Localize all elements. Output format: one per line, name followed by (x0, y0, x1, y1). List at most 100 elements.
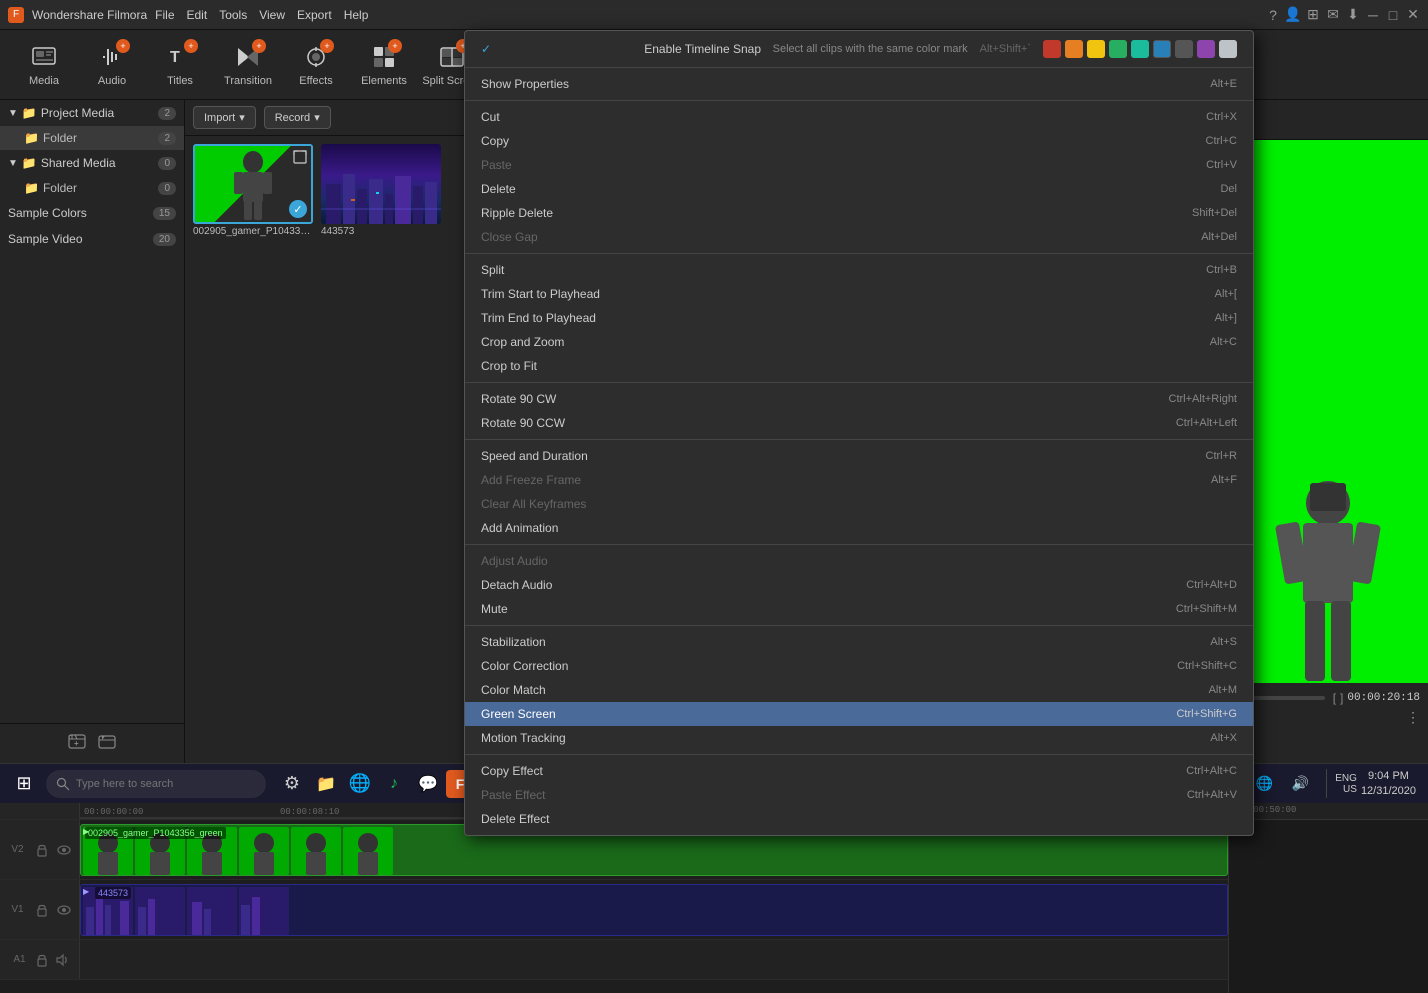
sample-video-header[interactable]: Sample Video 20 (0, 226, 184, 252)
download-button[interactable]: ⬇ (1346, 8, 1360, 22)
track-v1-lock[interactable] (34, 902, 50, 918)
cm-delete-effect[interactable]: Delete Effect (465, 807, 1253, 831)
cm-stabilization[interactable]: Stabilization Alt+S (465, 630, 1253, 654)
cm-div-0 (465, 67, 1253, 68)
title-bar-left: F Wondershare Filmora File Edit Tools Vi… (8, 7, 368, 23)
cm-ripple-delete[interactable]: Ripple Delete Shift+Del (465, 201, 1253, 225)
user-button[interactable]: 👤 (1286, 8, 1300, 22)
toolbar-transition[interactable]: + Transition (216, 36, 280, 94)
sample-colors-header[interactable]: Sample Colors 15 (0, 200, 184, 226)
cm-swatch-orange[interactable] (1065, 40, 1083, 58)
shared-media-chevron: ▼ (8, 158, 18, 169)
record-button[interactable]: Record ▾ (264, 106, 331, 129)
cm-detach-audio[interactable]: Detach Audio Ctrl+Alt+D (465, 573, 1253, 597)
shared-media-header[interactable]: ▼ 📁 Shared Media 0 (0, 150, 184, 176)
sound-icon[interactable]: 🔊 (1284, 768, 1316, 800)
mail-button[interactable]: ✉ (1326, 8, 1340, 22)
project-media-folder-icon: 📁 (22, 106, 37, 120)
cm-swatch-green[interactable] (1109, 40, 1127, 58)
track-v2-eye[interactable] (56, 842, 72, 858)
track-v1-content[interactable]: ▶ 443573 (80, 880, 1228, 939)
media-item-1[interactable]: 443573 (321, 144, 441, 237)
menu-file[interactable]: File (155, 8, 174, 22)
taskbar-music[interactable]: ♪ (378, 768, 410, 800)
split-icon: + (438, 43, 466, 71)
taskbar-msg[interactable]: 💬 (412, 768, 444, 800)
cm-color-correction[interactable]: Color Correction Ctrl+Shift+C (465, 654, 1253, 678)
audio-icon: + (98, 43, 126, 71)
import-button[interactable]: Import ▾ (193, 106, 256, 129)
add-folder-button[interactable]: + (68, 732, 86, 755)
cm-color-match[interactable]: Color Match Alt+M (465, 678, 1253, 702)
project-media-header[interactable]: ▼ 📁 Project Media 2 (0, 100, 184, 126)
transition-icon: + (234, 43, 262, 71)
cm-crop-fit[interactable]: Crop to Fit (465, 354, 1253, 378)
taskbar-folder[interactable]: 📁 (310, 768, 342, 800)
cm-copy[interactable]: Copy Ctrl+C (465, 129, 1253, 153)
toolbar-titles[interactable]: + T Titles (148, 36, 212, 94)
cm-swatch-teal[interactable] (1131, 40, 1149, 58)
media-thumb-img-1 (321, 144, 441, 224)
snap-check-item[interactable]: ✓ Enable Timeline Snap (481, 42, 761, 56)
app-logo: F (8, 7, 24, 23)
context-menu[interactable]: ✓ Enable Timeline Snap Select all clips … (464, 30, 1254, 836)
new-folder-button[interactable] (98, 732, 116, 755)
cm-trim-start[interactable]: Trim Start to Playhead Alt+[ (465, 282, 1253, 306)
cm-swatch-yellow[interactable] (1087, 40, 1105, 58)
cm-swatch-purple[interactable] (1197, 40, 1215, 58)
menu-export[interactable]: Export (297, 8, 332, 22)
track-v1-eye[interactable] (56, 902, 72, 918)
cm-swatch-silver[interactable] (1219, 40, 1237, 58)
track-a1-volume[interactable] (54, 952, 70, 968)
taskbar-search-input[interactable] (76, 778, 236, 790)
project-media-label: Project Media (41, 106, 114, 120)
cm-rotate-ccw[interactable]: Rotate 90 CCW Ctrl+Alt+Left (465, 411, 1253, 435)
cm-split[interactable]: Split Ctrl+B (465, 258, 1253, 282)
shared-media-folder-item[interactable]: 📁 Folder 0 (0, 176, 184, 200)
menu-help[interactable]: Help (344, 8, 369, 22)
cm-cut[interactable]: Cut Ctrl+X (465, 105, 1253, 129)
cm-add-animation[interactable]: Add Animation (465, 516, 1253, 540)
cm-show-properties[interactable]: Show Properties Alt+E (465, 72, 1253, 96)
toolbar-elements[interactable]: + Elements (352, 36, 416, 94)
project-media-folder-item[interactable]: 📁 Folder 2 (0, 126, 184, 150)
grid-button[interactable]: ⊞ (1306, 8, 1320, 22)
cm-delete[interactable]: Delete Del (465, 177, 1253, 201)
media-item-0[interactable]: ✓ 002905_gamer_P104335... (193, 144, 313, 237)
cm-mute[interactable]: Mute Ctrl+Shift+M (465, 597, 1253, 621)
help-button[interactable]: ? (1266, 8, 1280, 22)
start-button[interactable]: ⊞ (4, 766, 44, 802)
track-v1-clip[interactable]: ▶ 443573 (80, 884, 1228, 936)
cm-copy-effect[interactable]: Copy Effect Ctrl+Alt+C (465, 759, 1253, 783)
menu-view[interactable]: View (259, 8, 285, 22)
menu-tools[interactable]: Tools (219, 8, 247, 22)
audio-label: Audio (98, 75, 126, 87)
snap-menu-item[interactable]: ✓ Enable Timeline Snap (481, 42, 761, 56)
cm-swatch-red[interactable] (1043, 40, 1061, 58)
close-button[interactable]: ✕ (1406, 8, 1420, 22)
shared-media-count: 0 (158, 157, 176, 170)
minimize-button[interactable]: ─ (1366, 8, 1380, 22)
taskbar-app-1[interactable]: ⚙ (276, 768, 308, 800)
cm-rotate-cw[interactable]: Rotate 90 CW Ctrl+Alt+Right (465, 387, 1253, 411)
track-a1-lock[interactable] (34, 952, 50, 968)
taskbar-search[interactable] (46, 770, 266, 798)
menu-edit[interactable]: Edit (187, 8, 208, 22)
expand-icon (293, 150, 307, 167)
toolbar-media[interactable]: Media (12, 36, 76, 94)
toolbar-audio[interactable]: + Audio (80, 36, 144, 94)
cm-trim-end[interactable]: Trim End to Playhead Alt+] (465, 306, 1253, 330)
more-button[interactable]: ⋮ (1406, 709, 1420, 726)
cm-motion-tracking[interactable]: Motion Tracking Alt+X (465, 726, 1253, 750)
maximize-button[interactable]: □ (1386, 8, 1400, 22)
cm-swatch-blue[interactable] (1153, 40, 1171, 58)
taskbar-browser[interactable]: 🌐 (344, 768, 376, 800)
cm-paste-effect: Paste Effect Ctrl+Alt+V (465, 783, 1253, 807)
cm-speed-duration[interactable]: Speed and Duration Ctrl+R (465, 444, 1253, 468)
toolbar-effects[interactable]: + Effects (284, 36, 348, 94)
cm-swatch-dark[interactable] (1175, 40, 1193, 58)
track-v2-lock[interactable] (34, 842, 50, 858)
cm-crop-zoom[interactable]: Crop and Zoom Alt+C (465, 330, 1253, 354)
cm-green-screen[interactable]: Green Screen Ctrl+Shift+G (465, 702, 1253, 726)
left-panel: ▼ 📁 Project Media 2 📁 Folder 2 ▼ 📁 Share… (0, 100, 185, 763)
